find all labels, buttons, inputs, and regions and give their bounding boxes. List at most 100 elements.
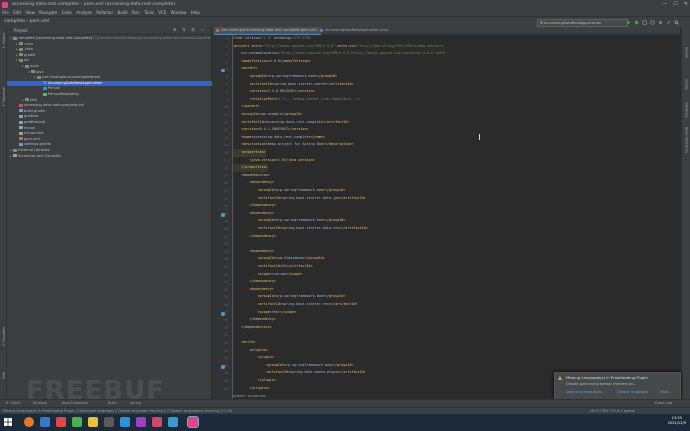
editor-breadcrumb[interactable]: project › properties — [233, 394, 266, 398]
app-icon[interactable] — [120, 417, 130, 427]
menu-tools[interactable]: Tools — [142, 10, 156, 15]
code-line[interactable]: <groupId>com.h2database</groupId> — [233, 255, 325, 263]
code-line[interactable]: </plugin> — [233, 377, 276, 385]
code-line[interactable]: <?xml version="1.0" encoding="UTF-8"?> — [233, 35, 311, 43]
windows-start-icon[interactable] — [3, 417, 13, 427]
bean-validation-tool-button[interactable]: Bean Validation — [685, 127, 689, 153]
menu-run[interactable]: Run — [130, 10, 142, 15]
gradle-tool-button[interactable]: Gradle — [685, 79, 689, 90]
code-line[interactable]: </dependencies> — [233, 324, 272, 332]
gutter-run-icon[interactable] — [221, 213, 225, 217]
code-line[interactable]: xsi:schemaLocation="http://maven.apache.… — [233, 50, 445, 58]
app-icon[interactable] — [104, 417, 114, 427]
app-icon[interactable] — [136, 417, 146, 427]
editor-tab[interactable]: com.example.accessing-data-rest-complete… — [214, 27, 321, 35]
code-line[interactable]: <scope>runtime</scope> — [233, 271, 303, 279]
code-line[interactable]: </dependency> — [233, 316, 276, 324]
menu-view[interactable]: View — [23, 10, 37, 15]
code-line[interactable]: <artifactId>spring-boot-starter-data-res… — [233, 225, 368, 233]
code-line[interactable]: <artifactId>spring-boot-starter-parent</… — [233, 81, 353, 89]
menu-window[interactable]: Window — [168, 10, 188, 15]
code-line[interactable]: <groupId>org.springframework.boot</group… — [233, 362, 354, 370]
debug-icon[interactable] — [634, 20, 639, 25]
menu-edit[interactable]: Edit — [11, 10, 23, 15]
menu-analyze[interactable]: Analyze — [74, 10, 94, 15]
code-line[interactable]: <project xmlns="http://maven.apache.org/… — [233, 43, 445, 51]
code-view[interactable]: <?xml version="1.0" encoding="UTF-8"?> <p… — [233, 35, 680, 414]
gutter-run-icon[interactable] — [221, 365, 225, 369]
code-line[interactable]: <groupId>org.springframework.boot</group… — [233, 73, 337, 81]
download-languages-link[interactable]: Download languages — [566, 390, 601, 394]
code-line[interactable]: <groupId>org.springframework.boot</group… — [233, 293, 346, 301]
app-icon[interactable] — [56, 417, 66, 427]
code-line[interactable]: <dependency> — [233, 248, 274, 256]
favorites-tool-button[interactable]: 2: Favorites — [2, 327, 6, 346]
tool-window-java-enterprise[interactable]: Java Enterprise — [62, 400, 88, 407]
app-icon[interactable] — [152, 417, 162, 427]
code-line[interactable]: <artifactId>accessing-data-rest-complete… — [233, 119, 349, 127]
code-line[interactable]: </parent> — [233, 103, 259, 111]
code-line[interactable]: <plugin> — [233, 354, 274, 362]
code-line[interactable]: <dependency> — [233, 210, 274, 218]
maximize-button[interactable]: ☐ — [673, 1, 677, 7]
system-clock[interactable]: 13:53 2021/12/9 — [668, 416, 686, 426]
code-line[interactable]: <artifactId>spring-boot-starter-data-jpa… — [233, 195, 366, 203]
intellij-taskbar-icon[interactable] — [187, 416, 199, 428]
code-line[interactable]: <parent> — [233, 65, 257, 73]
app-icon[interactable] — [168, 417, 178, 427]
menu-help[interactable]: Help — [189, 10, 203, 15]
menu-vcs[interactable]: VCS — [156, 10, 168, 15]
tool-window-terminal[interactable]: Terminal — [33, 400, 47, 407]
gutter-run-icon[interactable] — [221, 312, 225, 316]
code-line[interactable]: </dependency> — [233, 278, 276, 286]
code-line[interactable]: <version>2.3.0.RELEASE</version> — [233, 88, 314, 96]
stop-icon[interactable] — [658, 20, 663, 25]
file-explorer-icon[interactable] — [88, 417, 98, 427]
menu-file[interactable]: File — [0, 10, 11, 15]
maven-tool-button[interactable]: Maven — [685, 47, 689, 58]
tool-window-build[interactable]: Build — [108, 400, 117, 407]
code-line[interactable]: </plugins> — [233, 385, 269, 393]
editor-tab[interactable]: AccessingDataRestApplication.java — [318, 27, 405, 34]
code-line[interactable]: <artifactId>spring-boot-starter-test</ar… — [233, 301, 358, 309]
code-line[interactable]: <groupId>org.springframework.boot</group… — [233, 217, 346, 225]
code-line[interactable]: <build> — [233, 339, 255, 347]
menu-code[interactable]: Code — [59, 10, 74, 15]
coverage-icon[interactable] — [642, 19, 647, 25]
build-icon[interactable] — [666, 20, 671, 25]
tree-item[interactable]: ▸ Scratches and Consoles — [7, 154, 214, 160]
close-button[interactable]: ✕ — [684, 1, 688, 7]
code-line[interactable]: <plugins> — [233, 347, 267, 355]
code-line[interactable]: <version>0.0.1-SNAPSHOT</version> — [233, 126, 308, 134]
code-line[interactable]: <name>accessing-data-rest-complete</name… — [233, 134, 325, 142]
code-line[interactable]: <artifactId>h2</artifactId> — [233, 263, 313, 271]
disable-languages-link[interactable]: Disable languages — [617, 390, 648, 394]
code-line[interactable]: <artifactId>spring-boot-maven-plugin</ar… — [233, 369, 366, 377]
app-icon[interactable] — [40, 417, 50, 427]
run-icon[interactable] — [626, 20, 631, 25]
menu-build[interactable]: Build — [115, 10, 129, 15]
code-line[interactable]: <relativePath/> <!-- lookup parent from … — [233, 96, 359, 104]
code-line[interactable]: </properties> — [233, 164, 268, 172]
structure-tool-button[interactable]: 2: Structure — [2, 87, 6, 107]
more-link[interactable]: More... — [660, 390, 672, 394]
firefox-icon[interactable] — [24, 417, 34, 427]
project-panel-title[interactable]: Project — [14, 28, 28, 33]
app-icon[interactable] — [72, 417, 82, 427]
code-line[interactable]: </dependency> — [233, 202, 276, 210]
tool-window-event-log[interactable]: Event Log — [655, 400, 672, 407]
code-line[interactable]: <dependency> — [233, 179, 274, 187]
code-line[interactable]: <groupId>org.springframework.boot</group… — [233, 187, 346, 195]
code-line[interactable]: <dependencies> — [233, 172, 270, 180]
web-tool-button[interactable]: Web — [2, 372, 6, 379]
project-panel-actions[interactable]: ⊕ ⇅ ⚙ — — [173, 28, 207, 33]
code-line[interactable]: <properties> — [233, 149, 266, 157]
tool-window-spring[interactable]: Spring — [130, 400, 141, 407]
menu-navigate[interactable]: Navigate — [37, 10, 59, 15]
code-line[interactable]: </dependency> — [233, 233, 276, 241]
code-line[interactable]: <scope>test</scope> — [233, 309, 297, 317]
menu-refactor[interactable]: Refactor — [94, 10, 115, 15]
code-line[interactable]: <dependency> — [233, 286, 274, 294]
search-icon[interactable] — [674, 20, 679, 25]
minimize-button[interactable]: — — [662, 1, 667, 7]
